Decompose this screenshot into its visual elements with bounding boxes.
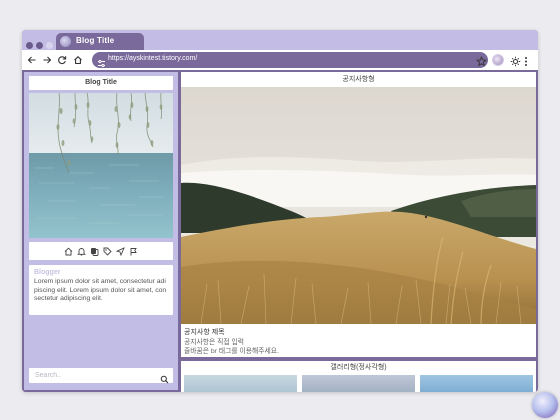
url-text: https://ayskintest.tistory.com/ — [108, 55, 198, 62]
gallery-card: 갤러리형(정사각형) — [181, 361, 536, 392]
notice-title[interactable]: 공지사항 제목 — [184, 327, 225, 337]
window-minimize-button[interactable] — [36, 42, 43, 49]
bell-icon[interactable] — [77, 247, 86, 256]
search-icon[interactable] — [160, 371, 169, 389]
sidebar: Blog Title Blogger Lorem ipsum dolor sit… — [24, 72, 178, 390]
notice-card[interactable]: 공지사항형 공지사항 제목 공지사항은 직접 입력 줄바꿈은 br 태그를 이용… — [181, 72, 536, 357]
favicon-icon — [60, 36, 71, 47]
window-close-button[interactable] — [26, 42, 33, 49]
back-arrow-icon[interactable] — [26, 54, 38, 66]
about-text: Lorem ipsum dolor sit amet, consectetur … — [34, 278, 167, 303]
address-bar[interactable]: https://ayskintest.tistory.com/ — [92, 52, 488, 68]
forward-arrow-icon[interactable] — [41, 54, 53, 66]
tags-icon[interactable] — [103, 247, 112, 256]
categories-icon[interactable] — [90, 247, 99, 256]
window-maximize-button[interactable] — [46, 42, 53, 49]
home-icon[interactable] — [64, 247, 73, 256]
profile-image — [29, 93, 173, 238]
gallery-section-header: 갤러리형(정사각형) — [330, 364, 387, 371]
browser-window: Blog Title https://ayskintest.tistory.co… — [22, 30, 538, 392]
gallery-thumbnail[interactable] — [302, 375, 415, 392]
flag-icon[interactable] — [129, 247, 138, 256]
tab-title: Blog Title — [76, 36, 115, 45]
search-box — [29, 368, 173, 384]
sidebar-icon-bar — [29, 242, 173, 260]
notice-body-line: 공지사항은 직접 입력 — [184, 339, 245, 346]
notice-section-header: 공지사항형 — [342, 76, 375, 83]
floating-avatar-badge[interactable] — [532, 392, 558, 418]
notice-body: 공지사항은 직접 입력 줄바꿈은 br 태그를 이용해주세요. — [184, 338, 279, 356]
search-input[interactable] — [29, 368, 149, 383]
about-card: Blogger Lorem ipsum dolor sit amet, cons… — [29, 265, 173, 315]
gallery-thumbnail[interactable] — [420, 375, 533, 392]
home-button-icon[interactable] — [72, 54, 84, 66]
notice-body-line: 줄바꿈은 br 태그를 이용해주세요. — [184, 348, 279, 355]
tab-strip: Blog Title — [22, 30, 538, 50]
about-title: Blogger — [34, 269, 61, 276]
browser-tab[interactable]: Blog Title — [56, 33, 144, 50]
reload-icon[interactable] — [56, 54, 68, 66]
profile-avatar[interactable] — [492, 54, 504, 66]
gallery-thumbnail[interactable] — [184, 375, 297, 392]
blog-title[interactable]: Blog Title — [29, 76, 173, 90]
send-icon[interactable] — [116, 246, 125, 256]
notice-image — [181, 87, 536, 324]
main-column: 공지사항형 공지사항 제목 공지사항은 직접 입력 줄바꿈은 br 태그를 이용… — [181, 72, 536, 392]
page-content: Blog Title Blogger Lorem ipsum dolor sit… — [22, 70, 538, 392]
browser-toolbar: https://ayskintest.tistory.com/ — [22, 50, 538, 70]
